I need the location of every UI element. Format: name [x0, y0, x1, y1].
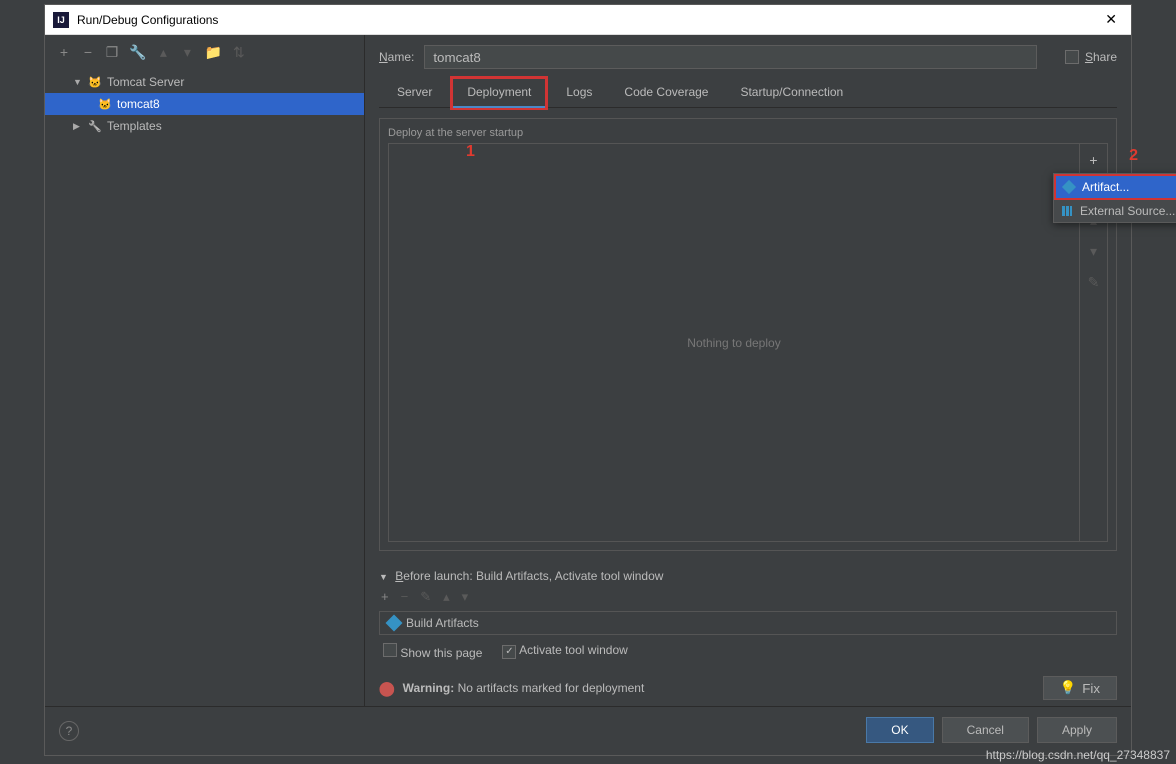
config-tree: ▼ Tomcat Server tomcat8 ▶ Templates: [45, 69, 364, 706]
tree-label: Tomcat Server: [107, 75, 184, 89]
app-icon: IJ: [53, 12, 69, 28]
edit-defaults-button[interactable]: 🔧: [129, 44, 146, 61]
remove-config-button[interactable]: −: [81, 44, 95, 60]
bl-up-button[interactable]: ▴: [443, 589, 450, 605]
before-launch-list[interactable]: Build Artifacts: [379, 611, 1117, 635]
warning-icon: ⬤: [379, 680, 395, 697]
config-toolbar: + − ❐ 🔧 ▴ ▾ 📁 ⇅: [45, 35, 364, 69]
expand-icon: ▼: [73, 77, 87, 87]
tree-label: Templates: [107, 119, 162, 133]
folder-button[interactable]: 📁: [204, 44, 221, 61]
activate-tool-window-checkbox[interactable]: Activate tool window: [502, 643, 627, 660]
warning-label: Warning: No artifacts marked for deploym…: [403, 681, 645, 695]
deploy-group-label: Deploy at the server startup: [388, 127, 1108, 139]
name-label: NName:ame:: [379, 50, 414, 64]
config-tabs: Server Deployment Logs Code Coverage Sta…: [379, 79, 1117, 108]
tab-code-coverage[interactable]: Code Coverage: [610, 79, 722, 107]
share-label: Share: [1085, 50, 1117, 64]
bl-item-label: Build Artifacts: [406, 616, 479, 630]
dialog-window: IJ Run/Debug Configurations ✕ + − ❐ 🔧 ▴ …: [44, 4, 1132, 756]
artifact-icon: [1062, 180, 1076, 194]
tree-node-tomcat-server[interactable]: ▼ Tomcat Server: [45, 71, 364, 93]
before-launch-toolbar: + − ✎ ▴ ▾: [379, 583, 1117, 611]
tree-node-tomcat8[interactable]: tomcat8: [45, 93, 364, 115]
deploy-down-button[interactable]: ▾: [1090, 243, 1097, 260]
help-button[interactable]: ?: [59, 721, 79, 741]
wrench-icon: [87, 118, 103, 134]
tree-node-templates[interactable]: ▶ Templates: [45, 115, 364, 137]
configurations-panel: + − ❐ 🔧 ▴ ▾ 📁 ⇅ ▼ Tomcat Server: [45, 35, 365, 706]
tab-deployment[interactable]: Deployment: [450, 76, 548, 110]
window-title: Run/Debug Configurations: [77, 13, 1099, 27]
bl-remove-button[interactable]: −: [401, 589, 409, 605]
cancel-button[interactable]: Cancel: [942, 717, 1029, 743]
deploy-list-container: Nothing to deploy + − ▴ ▾ ✎: [388, 143, 1108, 542]
tab-startup-connection[interactable]: Startup/Connection: [726, 79, 857, 107]
show-page-checkbox[interactable]: Show this page: [383, 643, 482, 660]
before-launch-header[interactable]: ▼ Before launch: Build Artifacts, Activa…: [379, 569, 1117, 583]
bulb-icon: 💡: [1060, 680, 1077, 696]
checkbox[interactable]: [502, 645, 516, 659]
tomcat-icon: [97, 96, 113, 112]
share-checkbox[interactable]: [1065, 50, 1079, 64]
expand-icon: ▶: [73, 121, 87, 132]
tomcat-icon: [87, 74, 103, 90]
collapse-icon: ▼: [379, 572, 388, 582]
popup-item-artifact[interactable]: Artifact...: [1054, 174, 1176, 200]
dialog-content: + − ❐ 🔧 ▴ ▾ 📁 ⇅ ▼ Tomcat Server: [45, 35, 1131, 755]
popup-item-external-source[interactable]: External Source...: [1054, 200, 1176, 222]
tab-logs[interactable]: Logs: [552, 79, 606, 107]
move-up-button[interactable]: ▴: [156, 44, 170, 61]
tree-label: tomcat8: [117, 97, 160, 111]
deploy-group: Deploy at the server startup 1 Nothing t…: [379, 118, 1117, 551]
titlebar: IJ Run/Debug Configurations ✕: [45, 5, 1131, 35]
warning-row: ⬤ Warning: No artifacts marked for deplo…: [379, 676, 1117, 700]
annotation-2: 2: [1129, 147, 1138, 165]
add-config-button[interactable]: +: [57, 44, 71, 60]
deploy-empty-text: Nothing to deploy: [389, 144, 1079, 541]
bl-add-button[interactable]: +: [381, 589, 389, 605]
deploy-edit-button[interactable]: ✎: [1088, 274, 1100, 291]
artifact-icon: [386, 615, 403, 632]
move-down-button[interactable]: ▾: [180, 44, 194, 61]
config-editor-panel: NName:ame: Share Server Deployment Logs …: [365, 35, 1131, 706]
tab-server[interactable]: Server: [383, 79, 446, 107]
copy-config-button[interactable]: ❐: [105, 44, 119, 61]
window-close-button[interactable]: ✕: [1099, 11, 1123, 28]
bl-edit-button[interactable]: ✎: [420, 589, 431, 605]
sort-button[interactable]: ⇅: [232, 44, 246, 61]
bl-down-button[interactable]: ▾: [462, 589, 469, 605]
name-row: NName:ame: Share: [379, 45, 1117, 69]
popup-label: External Source...: [1080, 204, 1175, 218]
config-name-input[interactable]: [424, 45, 1037, 69]
before-launch-section: ▼ Before launch: Build Artifacts, Activa…: [379, 569, 1117, 668]
checkbox[interactable]: [383, 643, 397, 657]
external-source-icon: [1062, 206, 1072, 216]
share-checkbox-group[interactable]: Share: [1065, 50, 1117, 64]
fix-button[interactable]: 💡Fix: [1043, 676, 1117, 700]
popup-label: Artifact...: [1082, 180, 1129, 194]
watermark: https://blog.csdn.net/qq_27348837: [986, 748, 1170, 762]
deploy-add-button[interactable]: +: [1089, 152, 1097, 168]
ok-button[interactable]: OK: [866, 717, 933, 743]
before-launch-checks: Show this page Activate tool window: [379, 635, 1117, 668]
dialog-button-bar: ? OK Cancel Apply: [45, 706, 1131, 755]
apply-button[interactable]: Apply: [1037, 717, 1117, 743]
add-deploy-popup: Artifact... External Source...: [1053, 173, 1176, 223]
list-item[interactable]: Build Artifacts: [380, 612, 1116, 634]
